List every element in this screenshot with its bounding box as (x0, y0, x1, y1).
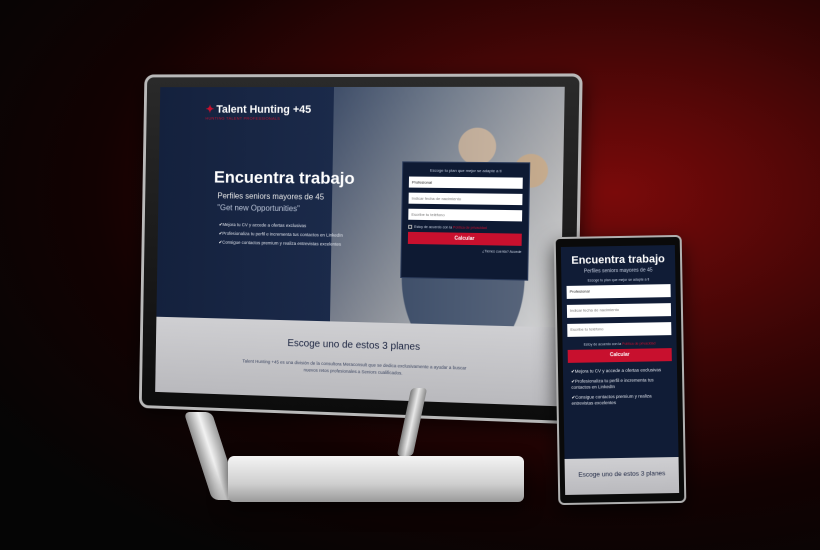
list-item: Profesionaliza tu perfil e incrementa tu… (571, 377, 671, 392)
phone-screen: Encuentra trabajo Perfiles seniors mayor… (560, 245, 680, 495)
phone-field[interactable]: Escribe tu teléfono (408, 208, 523, 222)
plan-select[interactable]: Profesional (408, 176, 523, 189)
monitor-screen: ✦ Talent Hunting +45 HUNTING TALENT PROFE… (155, 86, 565, 407)
mobile-privacy-checkbox[interactable]: Estoy de acuerdo con la Política de priv… (568, 341, 672, 347)
form-title: Escoge tu plan que mejor se adapte a ti (429, 167, 502, 174)
plans-title: Escoge uno de estos 3 planes (287, 338, 421, 353)
monitor-base (228, 456, 524, 502)
logo-subtitle: HUNTING TALENT PROFESSIONALS (205, 115, 281, 121)
privacy-checkbox[interactable]: Estoy de acuerdo con la Política de priv… (408, 224, 522, 231)
mobile-plans-title: Escoge uno de estos 3 planes (564, 456, 680, 495)
mobile-title: Encuentra trabajo (571, 253, 665, 267)
mobile-form-title: Escoge tu plan que mejor se adapte a ti (587, 277, 650, 283)
hero-title: Encuentra trabajo (213, 167, 355, 188)
mobile-subtitle: Perfiles seniors mayores de 45 (583, 267, 653, 275)
login-link[interactable]: ¿Tienes cuenta? Accede (408, 248, 521, 254)
mobile-phone-field[interactable]: Escribe tu teléfono (567, 322, 672, 337)
mobile-birthdate-field[interactable]: Indicar fecha de nacimiento (566, 303, 672, 318)
hero-subtitle: Perfiles seniors mayores de 45 (217, 191, 325, 202)
desktop-monitor: ✦ Talent Hunting +45 HUNTING TALENT PROFE… (138, 73, 583, 425)
birthdate-field[interactable]: Indicar fecha de nacimiento (408, 192, 523, 206)
calculate-button[interactable]: Calcular (407, 231, 522, 246)
plan-form: Escoge tu plan que mejor se adapte a ti … (400, 161, 531, 281)
benefits-list: Mejora tu CV y accede a ofertas exclusiv… (219, 221, 366, 250)
checkbox-box[interactable] (408, 224, 413, 229)
list-item: Profesionaliza tu perfil e incrementa tu… (219, 230, 365, 239)
list-item: Consigue contactos premium y realiza ent… (219, 239, 365, 249)
list-item: Mejora tu CV y accede a ofertas exclusiv… (219, 221, 365, 230)
hero-section: ✦ Talent Hunting +45 HUNTING TALENT PROFE… (156, 86, 565, 328)
mobile-privacy-link[interactable]: Política de privacidad (622, 341, 655, 346)
logo[interactable]: ✦ Talent Hunting +45 HUNTING TALENT PROFE… (205, 103, 311, 121)
monitor-bezel: ✦ Talent Hunting +45 HUNTING TALENT PROFE… (138, 73, 583, 425)
mobile-plan-form: Profesional Indicar fecha de nacimiento … (562, 284, 677, 363)
list-item: Mejora tu CV y accede a ofertas exclusiv… (571, 367, 671, 375)
mobile-benefits-list: Mejora tu CV y accede a ofertas exclusiv… (563, 361, 678, 407)
mobile-phone: Encuentra trabajo Perfiles seniors mayor… (553, 234, 687, 506)
hero-quote: "Get new Opportunities" (217, 203, 300, 214)
mobile-plan-select[interactable]: Profesional (566, 284, 671, 299)
list-item: Consigue contactos premium y realiza ent… (571, 393, 671, 408)
plans-description: Talent Hunting +45 es una división de la… (242, 358, 467, 376)
plans-section: Escoge uno de estos 3 planes Talent Hunt… (155, 316, 561, 407)
logo-star-icon: ✦ (205, 103, 215, 116)
privacy-link[interactable]: Política de privacidad (453, 225, 487, 230)
